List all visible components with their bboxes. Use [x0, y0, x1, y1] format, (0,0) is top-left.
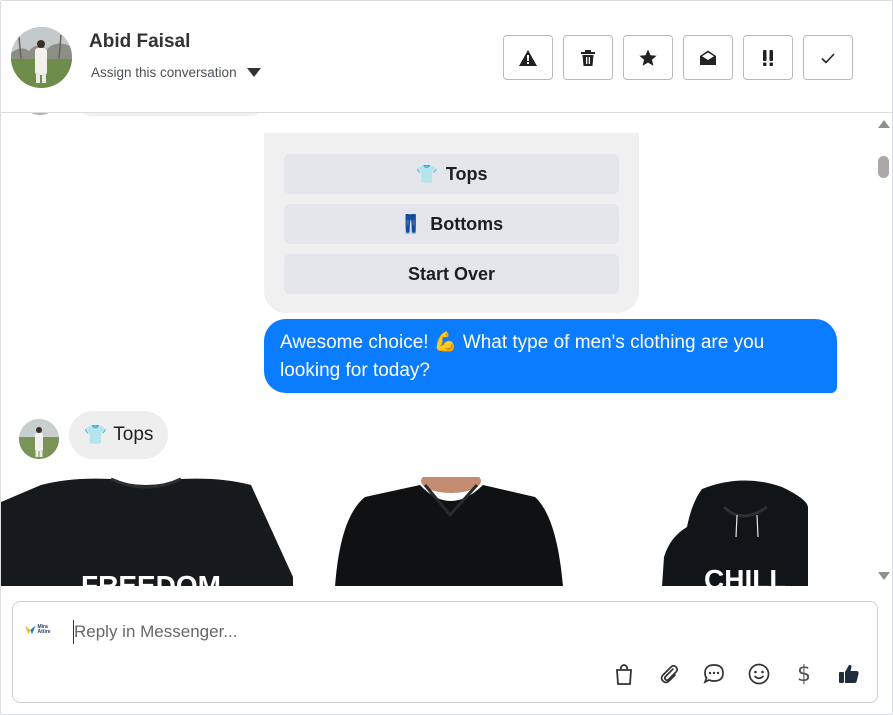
smiley-icon[interactable] [747, 662, 771, 686]
conversation-actions [503, 35, 853, 80]
caret-down-icon [246, 68, 261, 77]
quick-reply-start-over[interactable]: Start Over [284, 254, 619, 294]
thumbs-up-icon[interactable] [837, 662, 861, 686]
product-print-text: FREEDOM [81, 570, 221, 586]
brand-mark-icon [25, 625, 36, 635]
message-bubble [76, 113, 266, 116]
conversation-window: Abid Faisal Assign this conversation 👕 T… [0, 0, 893, 715]
dollar-icon[interactable]: $ [792, 662, 816, 687]
quick-reply-label: Start Over [407, 263, 496, 284]
product-card-tshirt[interactable]: FREEDOM [1, 477, 293, 586]
mark-done-button[interactable] [803, 35, 853, 80]
message-thread: 👕 Tops 👖 Bottoms Start Over Awesome choi… [1, 113, 892, 586]
chat-bubble-icon[interactable] [702, 662, 726, 686]
page-message-bubble: Awesome choice! 💪 What type of men's clo… [264, 319, 837, 393]
product-card-polo[interactable] [335, 477, 565, 586]
star-button[interactable] [623, 35, 673, 80]
mark-unread-button[interactable] [683, 35, 733, 80]
reply-input[interactable] [73, 620, 773, 644]
thread-scrollbar[interactable] [874, 113, 892, 586]
quick-replies-card: 👕 Tops 👖 Bottoms Start Over [264, 133, 639, 313]
delete-button[interactable] [563, 35, 613, 80]
composer-toolbar: $ [612, 662, 861, 687]
warning-icon [519, 49, 537, 66]
shopping-bag-icon[interactable] [612, 662, 636, 686]
tshirt-icon: 👕 [415, 163, 438, 184]
avatar [25, 113, 55, 115]
conversation-header: Abid Faisal Assign this conversation [1, 1, 892, 113]
star-icon [639, 49, 657, 66]
customer-message-text: Tops [113, 424, 154, 445]
page-logo-text: Mira Attire [37, 624, 51, 635]
report-spam-button[interactable] [503, 35, 553, 80]
scrollbar-thumb[interactable] [878, 156, 889, 178]
scroll-up-arrow-icon[interactable] [878, 120, 890, 128]
jeans-icon: 👖 [399, 213, 423, 234]
check-icon [821, 52, 835, 64]
contact-avatar[interactable] [11, 27, 72, 88]
scroll-down-arrow-icon[interactable] [878, 572, 890, 580]
trash-icon [581, 49, 595, 66]
tshirt-icon: 👕 [83, 425, 108, 446]
customer-avatar[interactable] [19, 419, 59, 459]
quick-reply-label: Bottoms [430, 213, 504, 234]
message-composer: Mira Attire $ [12, 601, 878, 703]
quick-reply-label: Tops [445, 163, 488, 184]
product-card-hoodie[interactable]: CHILL [662, 477, 808, 586]
double-exclamation-icon [763, 49, 773, 66]
assign-label: Assign this conversation [91, 65, 237, 80]
quick-reply-tops[interactable]: 👕 Tops [284, 154, 619, 194]
paperclip-icon[interactable] [657, 662, 681, 686]
follow-up-button[interactable] [743, 35, 793, 80]
quick-reply-bottoms[interactable]: 👖 Bottoms [284, 204, 619, 244]
contact-name: Abid Faisal [89, 31, 191, 52]
assign-conversation-dropdown[interactable]: Assign this conversation [91, 65, 261, 80]
product-print-text: CHILL [704, 564, 786, 586]
envelope-open-icon [700, 50, 716, 65]
page-logo: Mira Attire [25, 620, 59, 640]
customer-message-bubble: 👕 Tops [69, 411, 168, 459]
